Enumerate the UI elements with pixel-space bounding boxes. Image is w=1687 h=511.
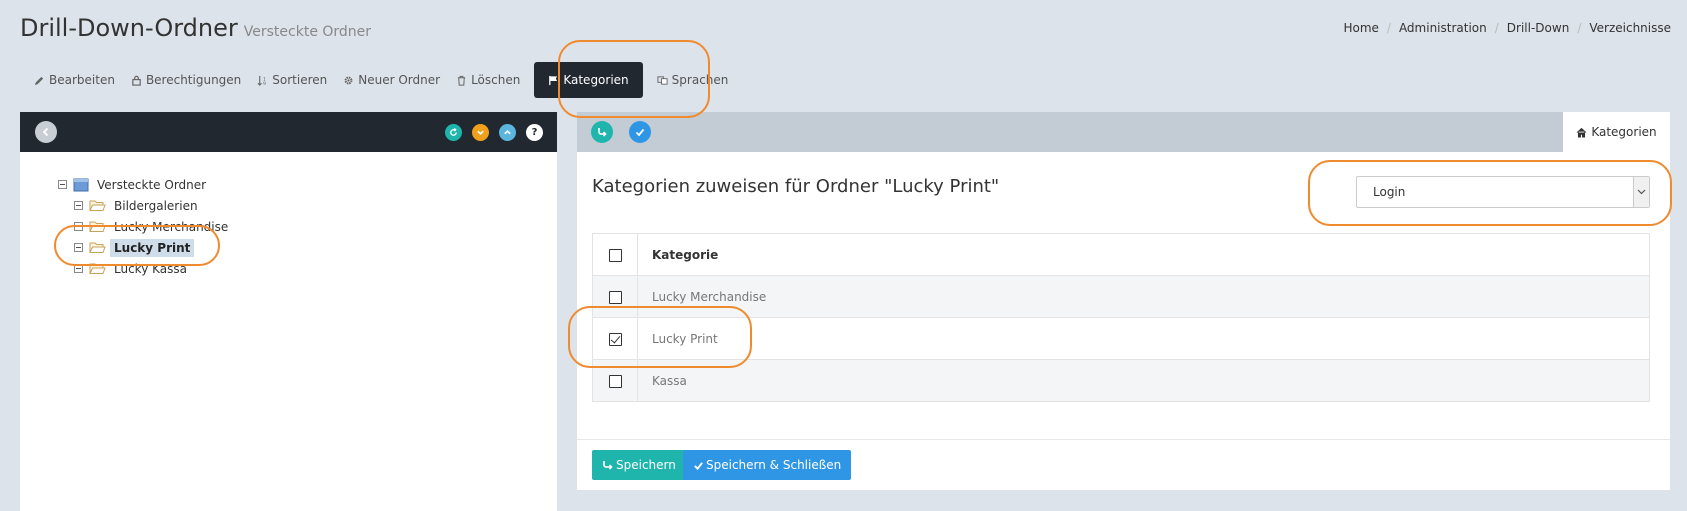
back-button[interactable] [35, 121, 57, 143]
page-title-text: Drill-Down-Ordner [20, 14, 238, 42]
breadcrumb-drill-down[interactable]: Drill-Down [1507, 21, 1570, 35]
folder-open-icon [89, 263, 106, 274]
tab-categories-label: Kategorien [1591, 125, 1657, 139]
save-button[interactable]: Speichern [592, 450, 686, 480]
translate-icon [657, 75, 668, 85]
page-subtitle: Versteckte Ordner [243, 24, 372, 40]
row-checkbox[interactable] [608, 290, 622, 304]
folder-open-icon [89, 221, 106, 232]
tree-panel-header: ? [20, 112, 557, 152]
sort-button[interactable]: 19 Sortieren [249, 62, 335, 98]
chevron-down-icon[interactable] [1633, 177, 1649, 207]
breadcrumb: Home / Administration / Drill-Down / Ver… [1343, 21, 1671, 35]
breadcrumb-separator: / [1494, 21, 1499, 35]
svg-text:9: 9 [263, 81, 266, 86]
tree-item-label: Bildergalerien [114, 198, 198, 213]
table-header-row: Kategorie [592, 233, 1650, 276]
row-checkbox-cell [592, 275, 638, 318]
refresh-icon[interactable] [445, 124, 462, 141]
pencil-icon [34, 76, 44, 85]
languages-button[interactable]: Sprachen [649, 62, 737, 98]
select-all-cell [592, 233, 638, 276]
footer-divider [577, 439, 1670, 440]
edit-button-label: Bearbeiten [49, 73, 115, 87]
table-row[interactable]: Lucky Print [592, 317, 1650, 360]
permissions-button[interactable]: Berechtigungen [123, 62, 249, 98]
tree-item-bildergalerien[interactable]: Bildergalerien [58, 195, 232, 216]
save-close-shortcut-icon[interactable] [629, 121, 651, 143]
collapse-toggle-icon[interactable] [74, 222, 83, 231]
languages-button-label: Sprachen [671, 73, 729, 87]
sort-button-label: Sortieren [272, 73, 328, 87]
save-close-button[interactable]: Speichern & Schließen [683, 450, 852, 480]
categories-table: Kategorie Lucky Merchandise Lucky Print … [592, 233, 1650, 402]
lock-icon [132, 75, 141, 86]
delete-button[interactable]: Löschen [448, 62, 528, 98]
save-close-button-label: Speichern & Schließen [706, 458, 842, 472]
tree-item-label: Lucky Kassa [114, 261, 187, 276]
tree-root[interactable]: Versteckte Ordner [58, 174, 232, 195]
tree-item-label-selected: Lucky Print [110, 238, 195, 257]
toolbar: Bearbeiten Berechtigungen 19 Sortieren N… [26, 62, 736, 98]
new-folder-button-label: Neuer Ordner [358, 73, 441, 87]
tree-item-label: Lucky Merchandise [114, 219, 229, 234]
collapse-up-icon[interactable] [499, 124, 516, 141]
chevron-left-icon [42, 127, 49, 137]
breadcrumb-separator: / [1577, 21, 1582, 35]
home-icon [1576, 127, 1587, 137]
row-checkbox-cell [592, 359, 638, 402]
breadcrumb-administration[interactable]: Administration [1399, 21, 1487, 35]
category-group-select[interactable]: Login [1356, 176, 1650, 208]
tab-categories[interactable]: Kategorien [1563, 112, 1670, 152]
row-checkbox-checked[interactable] [608, 332, 622, 346]
trash-icon [457, 75, 466, 86]
row-label: Kassa [637, 359, 1650, 402]
row-checkbox-cell [592, 317, 638, 360]
collapse-toggle-icon[interactable] [74, 201, 83, 210]
help-icon[interactable]: ? [526, 124, 543, 141]
categories-panel-header: Kategorien [577, 112, 1670, 152]
row-checkbox[interactable] [608, 374, 622, 388]
content-title: Kategorien zuweisen für Ordner "Lucky Pr… [592, 176, 1000, 197]
new-folder-button[interactable]: Neuer Ordner [335, 62, 448, 98]
table-row[interactable]: Kassa [592, 359, 1650, 402]
folder-open-icon [89, 200, 106, 211]
tree-root-label: Versteckte Ordner [97, 177, 207, 192]
expand-down-icon[interactable] [472, 124, 489, 141]
tree-header-icons: ? [445, 124, 543, 141]
edit-button[interactable]: Bearbeiten [26, 62, 123, 98]
tree-item-lucky-kassa[interactable]: Lucky Kassa [58, 258, 232, 279]
delete-button-label: Löschen [471, 73, 521, 87]
folder-tree-panel: ? Versteckte Ordner Bildergalerien Lucky… [20, 112, 557, 511]
collapse-toggle-icon[interactable] [74, 243, 83, 252]
permissions-button-label: Berechtigungen [145, 73, 242, 87]
breadcrumb-separator: / [1386, 21, 1391, 35]
select-all-checkbox[interactable] [608, 248, 622, 262]
collapse-toggle-icon[interactable] [58, 180, 67, 189]
tree-item-lucky-merchandise[interactable]: Lucky Merchandise [58, 216, 232, 237]
breadcrumb-verzeichnisse[interactable]: Verzeichnisse [1589, 21, 1671, 35]
tree-item-lucky-print[interactable]: Lucky Print [58, 237, 232, 258]
categories-panel: Kategorien Kategorien zuweisen für Ordne… [577, 112, 1670, 490]
select-value: Login [1373, 185, 1406, 199]
collapse-toggle-icon[interactable] [74, 264, 83, 273]
column-header-category: Kategorie [637, 233, 1650, 276]
gear-icon [344, 76, 353, 84]
save-button-label: Speichern [616, 458, 676, 472]
save-arrow-icon [603, 461, 613, 470]
page-title: Drill-Down-Ordner Versteckte Ordner [20, 14, 371, 42]
row-label: Lucky Print [637, 317, 1650, 360]
breadcrumb-home[interactable]: Home [1343, 21, 1378, 35]
categories-button[interactable]: Kategorien [534, 62, 643, 98]
flag-icon [549, 75, 558, 85]
folder-tree: Versteckte Ordner Bildergalerien Lucky M… [58, 174, 232, 279]
check-icon [694, 461, 703, 470]
sort-icon: 19 [257, 75, 266, 86]
row-label: Lucky Merchandise [637, 275, 1650, 318]
save-shortcut-icon[interactable] [591, 121, 613, 143]
drive-icon [73, 178, 89, 191]
table-row[interactable]: Lucky Merchandise [592, 275, 1650, 318]
folder-open-icon [89, 242, 106, 253]
categories-button-label: Kategorien [563, 73, 629, 87]
